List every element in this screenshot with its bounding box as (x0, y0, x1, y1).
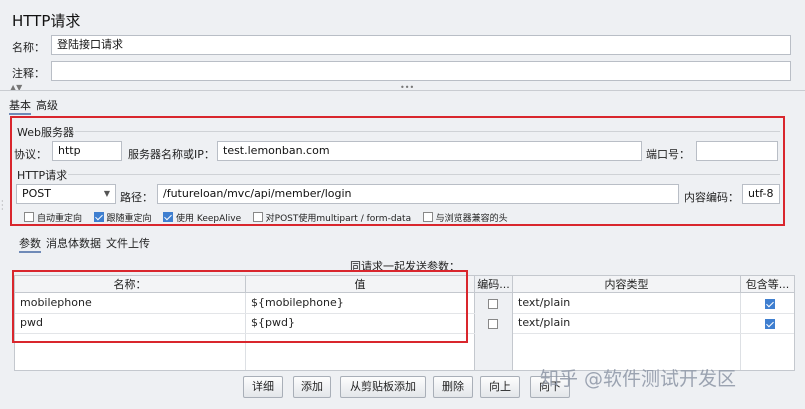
param-encode-checkbox[interactable] (488, 318, 501, 331)
highlight-box-params (12, 270, 468, 343)
delete-button[interactable]: 删除 (433, 376, 473, 398)
encoding-field[interactable]: utf-8 (742, 184, 780, 204)
name-label: 名称： (12, 41, 45, 54)
tab-body-data[interactable]: 消息体数据 (46, 237, 101, 250)
protocol-field[interactable]: http (52, 141, 122, 161)
section-divider (68, 174, 780, 175)
comment-field[interactable] (51, 61, 791, 81)
option-follow-redirect[interactable]: 跟随重定向 (93, 211, 152, 224)
add-button[interactable]: 添加 (293, 376, 331, 398)
encoding-label: 内容编码： (684, 191, 739, 204)
param-include-equals-checkbox[interactable] (765, 318, 778, 331)
move-up-button[interactable]: 向上 (480, 376, 520, 398)
option-multipart[interactable]: 对POST使用multipart / form-data (252, 211, 411, 224)
main-tabs: 基本 高级 (9, 97, 63, 115)
param-content-type-cell[interactable]: text/plain (513, 294, 741, 312)
divider (0, 90, 805, 91)
highlight-box-server (10, 116, 785, 226)
section-divider (75, 131, 780, 132)
path-field[interactable]: /futureloan/mvc/api/member/login (157, 184, 679, 204)
add-from-clipboard-button[interactable]: 从剪贴板添加 (340, 376, 426, 398)
option-browser-headers[interactable]: 与浏览器兼容的头 (422, 211, 508, 224)
tab-basic[interactable]: 基本 (9, 99, 31, 115)
detail-button[interactable]: 详细 (243, 376, 283, 398)
path-label: 路径： (120, 191, 153, 204)
server-label: 服务器名称或IP： (128, 148, 215, 161)
option-auto-redirect[interactable]: 自动重定向 (24, 211, 82, 224)
server-field[interactable]: test.lemonban.com (217, 141, 642, 161)
row-divider (513, 333, 794, 334)
protocol-label: 协议： (14, 148, 47, 161)
param-content-type-cell[interactable]: text/plain (513, 314, 741, 332)
method-value: POST (22, 187, 51, 200)
port-label: 端口号： (646, 148, 690, 161)
chevron-down-icon: ▼ (103, 189, 110, 198)
checkbox-follow-redirect[interactable] (93, 212, 104, 222)
param-encode-checkbox[interactable] (488, 298, 501, 311)
checkbox-auto-redirect[interactable] (24, 212, 34, 222)
tab-file-upload[interactable]: 文件上传 (106, 237, 150, 250)
param-tabs: 参数 消息体数据 文件上传 (19, 235, 155, 253)
tab-advanced[interactable]: 高级 (36, 99, 58, 112)
comment-label: 注释： (12, 67, 45, 80)
column-header-encode[interactable]: 编码... (475, 276, 513, 293)
param-include-equals-checkbox[interactable] (765, 298, 778, 311)
tab-parameters[interactable]: 参数 (19, 237, 41, 253)
column-header-content-type[interactable]: 内容类型 (513, 276, 741, 293)
method-select[interactable]: POST ▼ (16, 184, 116, 204)
side-grip-icon[interactable]: · · · (1, 198, 4, 214)
http-request-section-label: HTTP请求 (17, 169, 68, 182)
web-server-section-label: Web服务器 (17, 126, 74, 139)
port-field[interactable] (696, 141, 778, 161)
name-field[interactable]: 登陆接口请求 (51, 35, 791, 55)
checkbox-multipart[interactable] (252, 212, 263, 222)
checkbox-browser-headers[interactable] (422, 212, 433, 222)
column-header-include-equals[interactable]: 包含等... (741, 276, 794, 293)
request-options: 自动重定向 跟随重定向 使用 KeepAlive 对POST使用multipar… (24, 211, 516, 224)
panel-title: HTTP请求 (12, 12, 81, 30)
option-keepalive[interactable]: 使用 KeepAlive (163, 211, 241, 224)
checkbox-keepalive[interactable] (163, 212, 174, 222)
watermark-text: 知乎 @软件测试开发区 (540, 368, 737, 390)
